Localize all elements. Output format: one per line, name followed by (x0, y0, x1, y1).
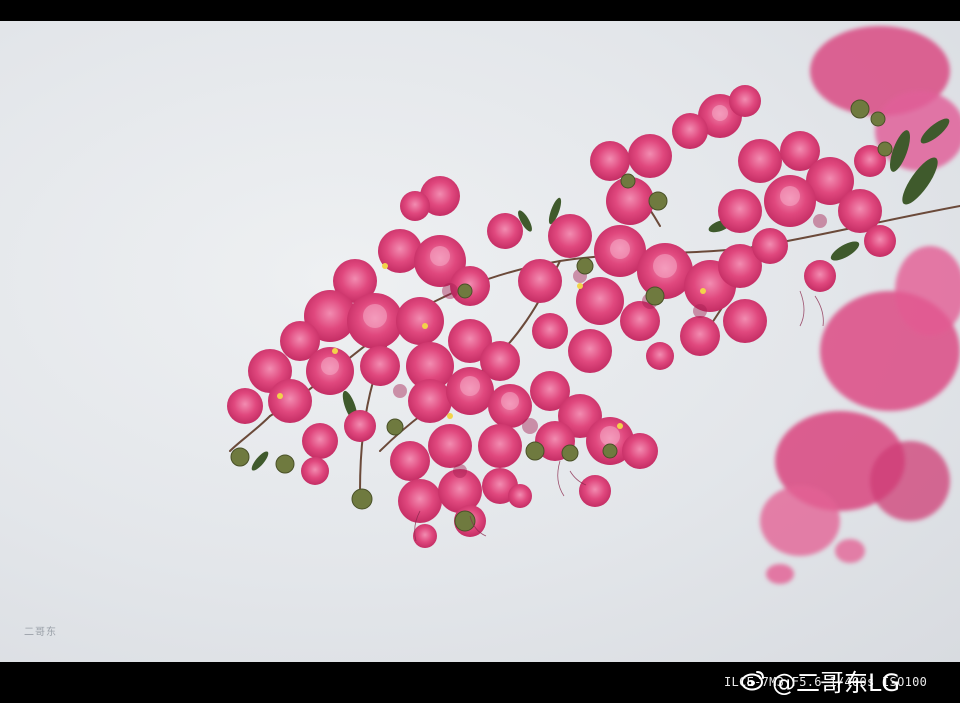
crape-myrtle-illustration: 二哥东 (24, 26, 960, 638)
watermark-text: @二哥东LG (772, 668, 900, 697)
top-black-border (0, 0, 960, 21)
weibo-logo-icon (741, 671, 764, 691)
photographer-signature: 二哥东 (24, 625, 57, 638)
weibo-watermark: @二哥东LG (740, 662, 956, 698)
bottom-black-border: ILCE-7M3 F5.6 1/400s ISO100 @二哥东LG (0, 662, 960, 703)
flower-photo: 二哥东 (0, 21, 960, 662)
